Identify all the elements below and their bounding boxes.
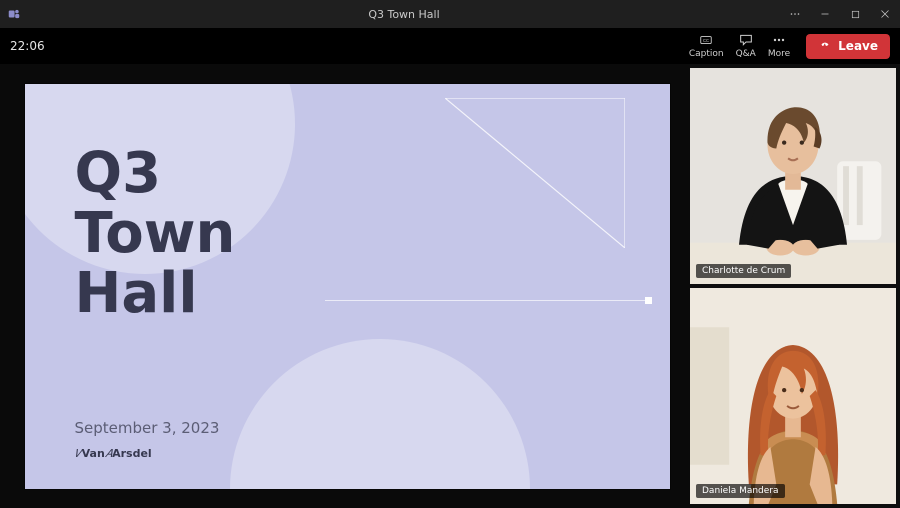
ellipsis-button[interactable] — [786, 5, 804, 23]
participant-sidebar: Charlotte de Crum — [690, 64, 900, 508]
window-title: Q3 Town Hall — [22, 8, 786, 21]
participant-name: Daniela Mandera — [696, 484, 785, 498]
caption-button[interactable]: CC Caption — [689, 32, 724, 60]
slide-brand: 𝑉Van𝐴Arsdel — [75, 447, 152, 461]
decorative-triangle — [445, 98, 625, 248]
meeting-content: Q3 Town Hall September 3, 2023 𝑉Van𝐴Arsd… — [0, 64, 900, 508]
shared-content-stage: Q3 Town Hall September 3, 2023 𝑉Van𝐴Arsd… — [0, 64, 690, 508]
decorative-circle — [230, 339, 530, 489]
close-button[interactable] — [876, 5, 894, 23]
caption-label: Caption — [689, 50, 724, 60]
leave-button[interactable]: Leave — [806, 34, 890, 59]
participant-tile[interactable]: Charlotte de Crum — [690, 68, 896, 284]
more-label: More — [768, 50, 790, 60]
qa-label: Q&A — [736, 50, 756, 60]
presentation-slide: Q3 Town Hall September 3, 2023 𝑉Van𝐴Arsd… — [25, 84, 670, 489]
svg-text:CC: CC — [703, 38, 709, 43]
decorative-line — [325, 300, 646, 301]
caption-icon: CC — [697, 32, 715, 48]
slide-heading: Q3 Town Hall — [75, 144, 236, 325]
leave-icon — [818, 38, 832, 55]
window-titlebar: Q3 Town Hall — [0, 0, 900, 28]
more-icon — [771, 32, 787, 48]
leave-label: Leave — [838, 39, 878, 53]
more-button[interactable]: More — [768, 32, 790, 60]
decorative-square — [645, 297, 652, 304]
qa-button[interactable]: Q&A — [736, 32, 756, 60]
minimize-button[interactable] — [816, 5, 834, 23]
participant-tile[interactable]: Daniela Mandera — [690, 288, 896, 504]
maximize-button[interactable] — [846, 5, 864, 23]
slide-date: September 3, 2023 — [75, 419, 220, 437]
qa-icon — [738, 32, 754, 48]
participant-name: Charlotte de Crum — [696, 264, 791, 278]
meeting-toolbar: 22:06 CC Caption Q&A More Leave — [0, 28, 900, 64]
meeting-duration: 22:06 — [10, 39, 45, 53]
app-icon — [6, 6, 22, 22]
